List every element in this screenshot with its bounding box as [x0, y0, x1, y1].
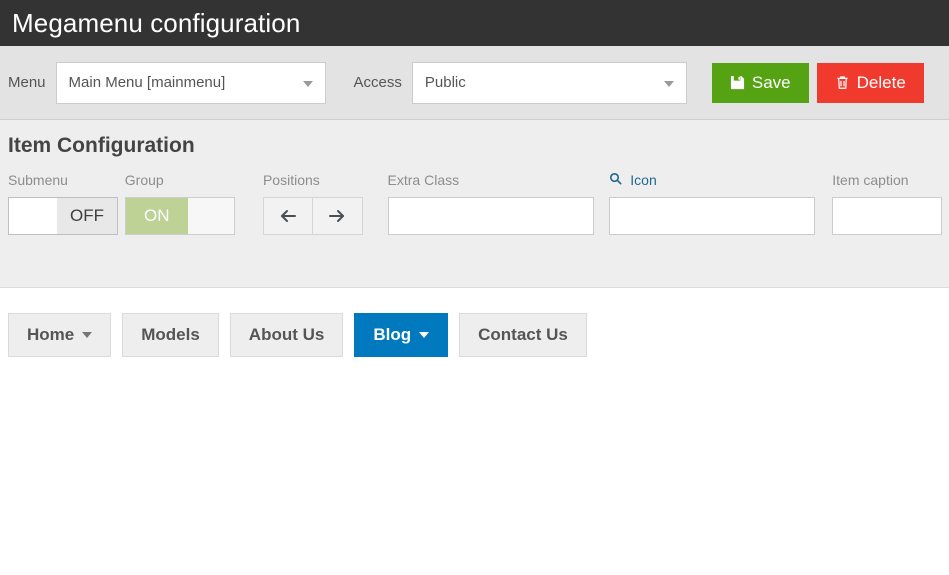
menu-label: Menu	[8, 74, 46, 91]
submenu-toggle-knob	[9, 198, 57, 234]
item-caption-label: Item caption	[832, 172, 909, 188]
icon-input[interactable]	[609, 197, 816, 235]
extra-class-field: Extra Class	[387, 172, 610, 235]
menu-select[interactable]: Main Menu [mainmenu]	[55, 61, 326, 104]
icon-label-wrap: Icon	[609, 172, 832, 188]
item-configuration-section: Item Configuration Submenu OFF Group ON …	[0, 120, 949, 288]
submenu-toggle[interactable]: OFF	[8, 197, 118, 235]
extra-class-label: Extra Class	[387, 172, 460, 188]
positions-button-group	[262, 197, 388, 235]
item-configuration-row: Submenu OFF Group ON Positions Extra Cla…	[8, 172, 949, 235]
access-select-value: Public	[424, 74, 466, 91]
menu-preview-area: Home Models About Us Blog Contact Us Blo…	[0, 288, 949, 575]
menu-item-about-us[interactable]: About Us	[229, 313, 344, 357]
trash-icon	[835, 75, 850, 90]
menu-item-models[interactable]: Models	[122, 313, 219, 357]
submenu-label: Submenu	[8, 172, 68, 188]
delete-button[interactable]: Delete	[816, 62, 924, 103]
group-label: Group	[124, 172, 164, 188]
access-select[interactable]: Public	[411, 61, 687, 104]
submenu-toggle-state: OFF	[57, 198, 117, 234]
move-right-button[interactable]	[312, 197, 363, 235]
extra-class-input[interactable]	[387, 197, 594, 235]
group-toggle[interactable]: ON	[124, 197, 235, 235]
access-label: Access	[353, 74, 402, 91]
group-toggle-state: ON	[125, 198, 188, 234]
item-caption-field: Item caption	[832, 172, 949, 235]
save-button[interactable]: Save	[711, 62, 809, 103]
menu-item-label: Home	[27, 325, 75, 344]
arrow-left-icon	[278, 208, 298, 224]
search-icon	[609, 172, 626, 188]
chevron-down-icon	[302, 80, 313, 87]
menu-item-contact-us[interactable]: Contact Us	[459, 313, 587, 357]
group-toggle-knob	[187, 198, 234, 234]
chevron-down-icon	[663, 80, 674, 87]
title-bar: Megamenu configuration	[0, 0, 949, 46]
megamenu-configuration-app: Megamenu configuration Menu Main Menu [m…	[0, 0, 949, 575]
top-toolbar: Menu Main Menu [mainmenu] Access Public …	[0, 46, 949, 120]
chevron-down-icon	[82, 332, 93, 338]
menu-item-label: About Us	[248, 325, 325, 344]
save-button-label: Save	[751, 72, 791, 92]
chevron-down-icon	[419, 332, 430, 338]
floppy-disk-icon	[730, 75, 745, 90]
icon-field: Icon	[609, 172, 832, 235]
menu-item-blog[interactable]: Blog	[354, 313, 449, 357]
group-field: Group ON	[124, 172, 263, 235]
menu-item-label: Models	[141, 325, 200, 344]
move-left-button[interactable]	[262, 197, 313, 235]
menu-item-label: Blog	[373, 325, 412, 344]
page-title: Megamenu configuration	[12, 8, 301, 38]
delete-button-label: Delete	[856, 72, 906, 92]
menu-bar: Home Models About Us Blog Contact Us	[0, 288, 949, 357]
positions-label: Positions	[262, 172, 320, 188]
icon-label: Icon	[630, 172, 657, 188]
arrow-right-icon	[327, 208, 347, 224]
item-caption-input[interactable]	[832, 197, 943, 235]
menu-item-home[interactable]: Home	[8, 313, 112, 357]
menu-select-value: Main Menu [mainmenu]	[68, 74, 226, 91]
item-configuration-heading: Item Configuration	[8, 134, 195, 157]
positions-field: Positions	[262, 172, 388, 235]
menu-item-label: Contact Us	[478, 325, 568, 344]
submenu-field: Submenu OFF	[8, 172, 125, 235]
